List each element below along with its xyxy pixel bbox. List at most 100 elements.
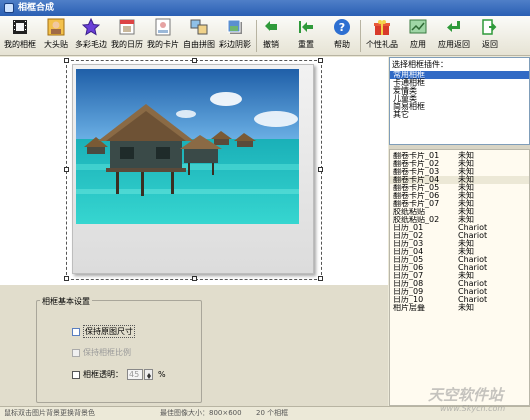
frame-category-list[interactable]: 选择相框插件： 常用相框 卡通相框 爱情类 儿童类 简易相框 其它 [389, 57, 530, 145]
resize-handle[interactable] [64, 58, 69, 63]
colored-shadow-button[interactable]: 彩边阴影 [218, 18, 252, 54]
portrait-icon [47, 18, 65, 36]
undo-button[interactable]: 撤销 [260, 18, 282, 54]
title-bar: 相框合成 [0, 0, 530, 16]
shadow-icon [226, 18, 244, 36]
template-name: 翻卷卡片_06 [393, 192, 440, 200]
template-name: 翻卷卡片_05 [393, 184, 440, 192]
keep-ratio-label: 保持相框比例 [83, 348, 131, 357]
frame-settings-title: 相框基本设置 [40, 296, 92, 307]
template-name: 日历_05 [393, 256, 424, 264]
my-card-label: 我的卡片 [147, 40, 179, 49]
template-name: 日历_09 [393, 288, 424, 296]
my-calendar-button[interactable]: 我的日历 [110, 18, 144, 54]
template-row[interactable]: 相片层叠 未知 [390, 304, 529, 312]
template-name: 胶纸粘贴 [393, 208, 425, 216]
toolbar-separator [256, 20, 257, 52]
undo-icon [262, 18, 280, 36]
photo-image [76, 69, 299, 224]
template-name: 日历_03 [393, 240, 424, 248]
template-name: 翻卷卡片_02 [393, 160, 440, 168]
exit-icon [481, 18, 499, 36]
undo-label: 撤销 [263, 40, 279, 49]
template-name: 日历_07 [393, 272, 424, 280]
help-button[interactable]: ? 帮助 [331, 18, 353, 54]
apply-button[interactable]: 应用 [406, 18, 430, 54]
template-name: 日历_01 [393, 224, 424, 232]
apply-return-label: 应用返回 [438, 40, 470, 49]
resize-handle[interactable] [318, 167, 323, 172]
free-collage-button[interactable]: 自由拼图 [182, 18, 216, 54]
keep-ratio-check [72, 348, 80, 357]
apply-label: 应用 [410, 40, 426, 49]
template-name: 日历_08 [393, 280, 424, 288]
free-collage-label: 自由拼图 [183, 40, 215, 49]
opacity-check[interactable] [72, 370, 80, 379]
colorful-edge-button[interactable]: 多彩毛边 [74, 17, 108, 54]
frame-selection[interactable] [64, 58, 323, 281]
app-icon [4, 3, 14, 13]
toolbar: 我的相框 大头贴 多彩毛边 我的日历 我的卡片 自由拼图 彩边阴影 撤销 重置 … [0, 16, 530, 56]
status-bar: 鼠标双击图片背景更换背景色 最佳图像大小：800×600 20 个相框 [0, 406, 530, 420]
resize-handle[interactable] [64, 276, 69, 281]
status-frame-count: 20 个相框 [256, 409, 289, 417]
film-icon [11, 18, 29, 36]
reset-label: 重置 [298, 40, 314, 49]
template-author: 未知 [458, 303, 474, 312]
colorful-edge-label: 多彩毛边 [75, 40, 107, 49]
preview-canvas[interactable] [0, 57, 388, 285]
photo-sticker-button[interactable]: 大头贴 [41, 18, 71, 54]
keep-size-label: 保持原图尺寸 [83, 325, 135, 338]
frame-template-list[interactable]: 翻卷卡片_01 未知 翻卷卡片_02 未知 翻卷卡片_03 未知 翻卷卡片_04 未知 … [389, 149, 530, 406]
template-name: 日历_10 [393, 296, 424, 304]
apply-return-button[interactable]: 应用返回 [436, 18, 472, 54]
my-card-button[interactable]: 我的卡片 [146, 18, 180, 54]
template-name: 日历_04 [393, 248, 424, 256]
card-icon [154, 18, 172, 36]
keep-size-check[interactable] [72, 327, 80, 336]
help-label: 帮助 [334, 40, 350, 49]
apply-icon [409, 18, 427, 36]
return-label: 返回 [482, 40, 498, 49]
my-frames-button[interactable]: 我的相框 [2, 18, 38, 54]
return-button[interactable]: 返回 [478, 18, 502, 54]
personal-gift-button[interactable]: 个性礼品 [364, 18, 400, 54]
template-name: 翻卷卡片_01 [393, 152, 440, 160]
star-icon [81, 17, 101, 36]
my-frames-label: 我的相框 [4, 40, 36, 49]
apply-return-icon [445, 18, 463, 36]
resize-handle[interactable] [318, 58, 323, 63]
help-icon: ? [333, 18, 351, 36]
toolbar-separator [360, 20, 361, 52]
opacity-unit: % [158, 370, 166, 379]
gift-icon [373, 18, 391, 36]
personal-gift-label: 个性礼品 [366, 40, 398, 49]
template-name: 日历_02 [393, 232, 424, 240]
opacity-row: 相框透明： 45 % [72, 369, 166, 380]
status-image-size: 最佳图像大小：800×600 [160, 409, 242, 417]
keep-size-checkbox[interactable]: 保持原图尺寸 [72, 325, 135, 338]
template-name: 翻卷卡片_03 [393, 168, 440, 176]
frame-category-item[interactable]: 简易相框 [390, 103, 529, 111]
settings-panel: 相框基本设置 保持原图尺寸 保持相框比例 相框透明： 45 % [0, 285, 388, 406]
window-title: 相框合成 [18, 3, 55, 13]
colored-shadow-label: 彩边阴影 [219, 40, 251, 49]
opacity-label: 相框透明： [83, 370, 123, 379]
calendar-icon [118, 18, 136, 36]
photo-sticker-label: 大头贴 [44, 40, 68, 49]
resize-handle[interactable] [64, 167, 69, 172]
opacity-spinner[interactable] [144, 369, 153, 380]
svg-text:?: ? [339, 21, 345, 34]
template-name: 日历_06 [393, 264, 424, 272]
reset-button[interactable]: 重置 [294, 18, 318, 54]
collage-icon [190, 18, 208, 36]
resize-handle[interactable] [192, 276, 197, 281]
status-hint: 鼠标双击图片背景更换背景色 [4, 409, 95, 417]
resize-handle[interactable] [318, 276, 323, 281]
frame-category-item[interactable]: 其它 [390, 111, 529, 119]
template-name: 相片层叠 [393, 304, 425, 312]
resize-handle[interactable] [192, 58, 197, 63]
template-name: 翻卷卡片_07 [393, 200, 440, 208]
template-name: 翻卷卡片_04 [393, 176, 440, 184]
opacity-input[interactable]: 45 [127, 369, 143, 380]
